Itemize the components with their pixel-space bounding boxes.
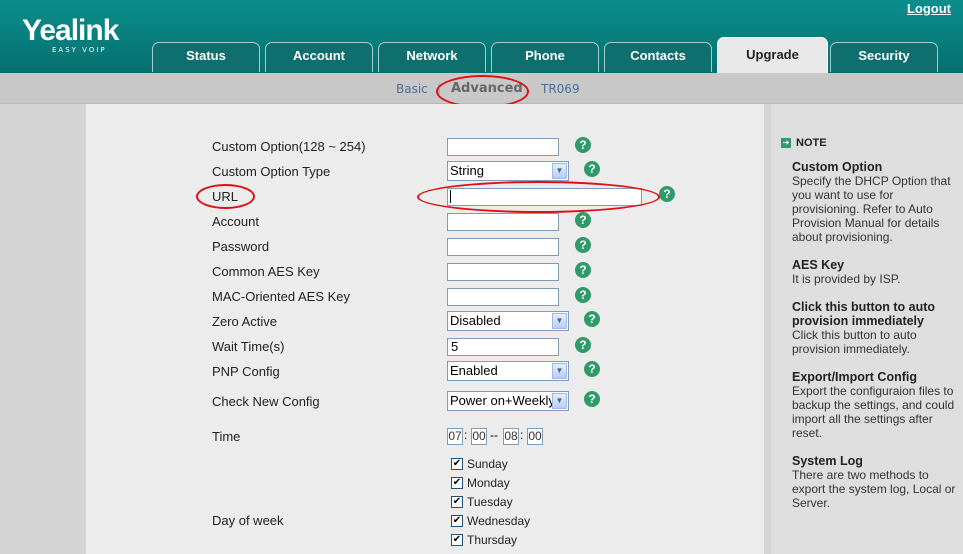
note-heading-system-log: System Log: [792, 454, 863, 468]
tab-security[interactable]: Security: [830, 42, 938, 72]
logout-link[interactable]: Logout: [907, 1, 951, 16]
tab-account[interactable]: Account: [265, 42, 373, 72]
note-heading-export-import: Export/Import Config: [792, 370, 917, 384]
help-icon[interactable]: ?: [584, 161, 600, 177]
chevron-down-icon: ▼: [552, 313, 567, 329]
thursday-label: Thursday: [467, 533, 518, 547]
help-icon[interactable]: ?: [575, 212, 591, 228]
end-hour-input[interactable]: 08: [503, 428, 519, 445]
help-icon[interactable]: ?: [575, 262, 591, 278]
custom-option-type-label: Custom Option Type: [212, 164, 331, 179]
custom-option-type-select[interactable]: String ▼: [447, 161, 569, 181]
password-label: Password: [212, 239, 270, 254]
note-title: NOTE: [796, 137, 827, 149]
note-body-custom-option: Specify the DHCP Option that you want to…: [792, 174, 951, 244]
chevron-down-icon: ▼: [552, 393, 567, 409]
sunday-label: Sunday: [467, 457, 508, 471]
mac-aes-key-input[interactable]: [447, 288, 559, 306]
start-hour-input[interactable]: 07: [447, 428, 463, 445]
note-heading-aes-key: AES Key: [792, 258, 845, 272]
chevron-down-icon: ▼: [552, 163, 567, 179]
time-range-separator: --: [490, 428, 498, 442]
check-new-config-value: Power on+Weekly: [450, 393, 555, 408]
subtab-basic[interactable]: Basic: [396, 82, 428, 96]
subnav-separator: |: [437, 82, 442, 96]
tab-contacts[interactable]: Contacts: [604, 42, 712, 72]
pnp-config-select[interactable]: Enabled ▼: [447, 361, 569, 381]
tab-upgrade[interactable]: Upgrade: [717, 37, 828, 73]
check-new-config-select[interactable]: Power on+Weekly ▼: [447, 391, 569, 411]
common-aes-key-input[interactable]: [447, 263, 559, 281]
tab-phone[interactable]: Phone: [491, 42, 599, 72]
help-icon[interactable]: ?: [584, 391, 600, 407]
help-icon[interactable]: ?: [659, 186, 675, 202]
wednesday-checkbox[interactable]: ✔: [451, 515, 463, 527]
day-of-week-label: Day of week: [212, 513, 284, 528]
text-cursor: [450, 190, 451, 203]
tab-status[interactable]: Status: [152, 42, 260, 72]
time-colon: :: [520, 428, 524, 442]
monday-checkbox[interactable]: ✔: [451, 477, 463, 489]
help-icon[interactable]: ?: [575, 237, 591, 253]
help-icon[interactable]: ?: [575, 337, 591, 353]
url-label: URL: [212, 189, 239, 204]
mac-aes-key-label: MAC-Oriented AES Key: [212, 289, 350, 304]
settings-panel: [86, 104, 764, 554]
yealink-logo: Yealink: [22, 14, 119, 47]
zero-active-value: Disabled: [450, 313, 501, 328]
account-label: Account: [212, 214, 259, 229]
help-icon[interactable]: ?: [584, 311, 600, 327]
pnp-config-value: Enabled: [450, 363, 498, 378]
help-icon[interactable]: ?: [575, 287, 591, 303]
monday-label: Monday: [467, 476, 510, 490]
start-minute-input[interactable]: 00: [471, 428, 487, 445]
end-minute-input[interactable]: 00: [527, 428, 543, 445]
tuesday-checkbox[interactable]: ✔: [451, 496, 463, 508]
custom-option-type-value: String: [450, 163, 484, 178]
note-body-auto-provision: Click this button to auto provision imme…: [792, 328, 917, 356]
custom-option-label: Custom Option(128 ~ 254): [212, 139, 366, 154]
thursday-checkbox[interactable]: ✔: [451, 534, 463, 546]
wednesday-label: Wednesday: [467, 514, 531, 528]
help-icon[interactable]: ?: [575, 137, 591, 153]
zero-active-select[interactable]: Disabled ▼: [447, 311, 569, 331]
password-input[interactable]: [447, 238, 559, 256]
common-aes-key-label: Common AES Key: [212, 264, 320, 279]
help-icon[interactable]: ?: [584, 361, 600, 377]
zero-active-label: Zero Active: [212, 314, 278, 329]
account-input[interactable]: [447, 213, 559, 231]
custom-option-input[interactable]: [447, 138, 559, 156]
note-arrow-icon: ➔: [781, 138, 791, 148]
note-heading-auto-provision: Click this button to auto provision imme…: [792, 300, 936, 328]
wait-time-input[interactable]: 5: [447, 338, 559, 356]
note-heading-custom-option: Custom Option: [792, 160, 883, 174]
logo-tagline: EASY VOIP: [52, 46, 107, 54]
tab-network[interactable]: Network: [378, 42, 486, 72]
subtab-advanced[interactable]: Advanced: [451, 81, 523, 96]
note-body-aes-key: It is provided by ISP.: [792, 272, 901, 286]
time-label: Time: [212, 429, 241, 444]
subtab-tr069[interactable]: TR069: [541, 82, 580, 96]
time-colon: :: [464, 428, 468, 442]
pnp-config-label: PNP Config: [212, 364, 280, 379]
sunday-checkbox[interactable]: ✔: [451, 458, 463, 470]
url-input[interactable]: [447, 188, 642, 206]
check-new-config-label: Check New Config: [212, 394, 320, 409]
wait-time-label: Wait Time(s): [212, 339, 285, 354]
note-body-system-log: There are two methods to export the syst…: [792, 468, 956, 510]
tuesday-label: Tuesday: [467, 495, 513, 509]
chevron-down-icon: ▼: [552, 363, 567, 379]
note-body-export-import: Export the configuraion files to backup …: [792, 384, 955, 440]
